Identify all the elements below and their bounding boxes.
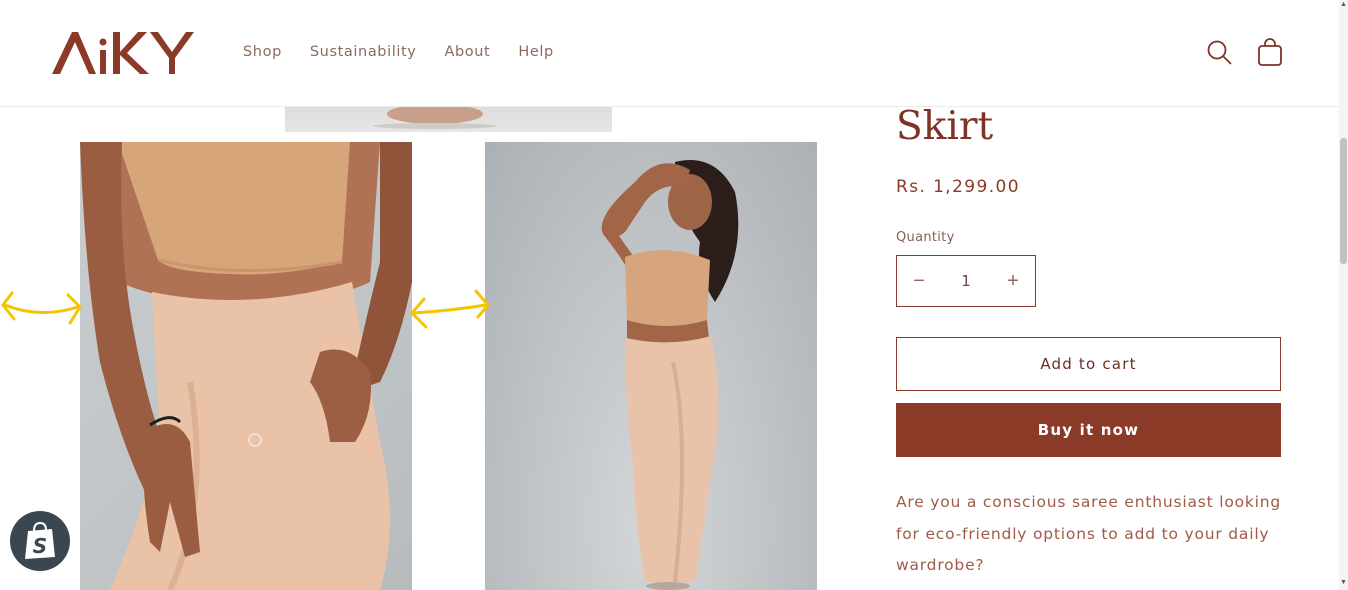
- model-closeup-photo[interactable]: [80, 142, 412, 590]
- increase-quantity-button[interactable]: +: [991, 256, 1035, 306]
- nav-about[interactable]: About: [444, 44, 490, 60]
- scroll-down-arrow-icon[interactable]: ▼: [1339, 578, 1348, 588]
- double-arrow-icon: [409, 289, 490, 329]
- svg-text:S: S: [33, 534, 47, 558]
- nav-shop[interactable]: Shop: [243, 44, 282, 60]
- quantity-input[interactable]: 1: [941, 272, 991, 290]
- product-price: Rs. 1,299.00: [896, 177, 1020, 197]
- search-icon[interactable]: [1205, 38, 1235, 68]
- product-description: Are you a conscious saree enthusiast loo…: [896, 493, 1282, 574]
- main-nav: Shop Sustainability About Help: [243, 44, 582, 60]
- quantity-stepper: − 1 +: [896, 255, 1036, 307]
- cart-icon[interactable]: [1255, 38, 1285, 68]
- aiky-logo[interactable]: [52, 30, 196, 76]
- quantity-label: Quantity: [896, 230, 955, 245]
- scrollbar-thumb[interactable]: [1340, 138, 1347, 264]
- model-full-length-photo[interactable]: [485, 142, 817, 590]
- product-title: Skirt: [896, 104, 994, 149]
- shopify-bag-icon[interactable]: S: [10, 511, 70, 571]
- site-header: Shop Sustainability About Help: [0, 0, 1339, 107]
- nav-sustainability[interactable]: Sustainability: [310, 44, 417, 60]
- decrease-quantity-button[interactable]: −: [897, 256, 941, 306]
- add-to-cart-button[interactable]: Add to cart: [896, 337, 1281, 391]
- page-scrollbar[interactable]: ▲ ▼: [1339, 0, 1348, 590]
- nav-help[interactable]: Help: [518, 44, 553, 60]
- buy-it-now-button[interactable]: Buy it now: [896, 403, 1281, 457]
- scroll-up-arrow-icon[interactable]: ▲: [1339, 0, 1348, 10]
- double-arrow-icon: [1, 291, 82, 325]
